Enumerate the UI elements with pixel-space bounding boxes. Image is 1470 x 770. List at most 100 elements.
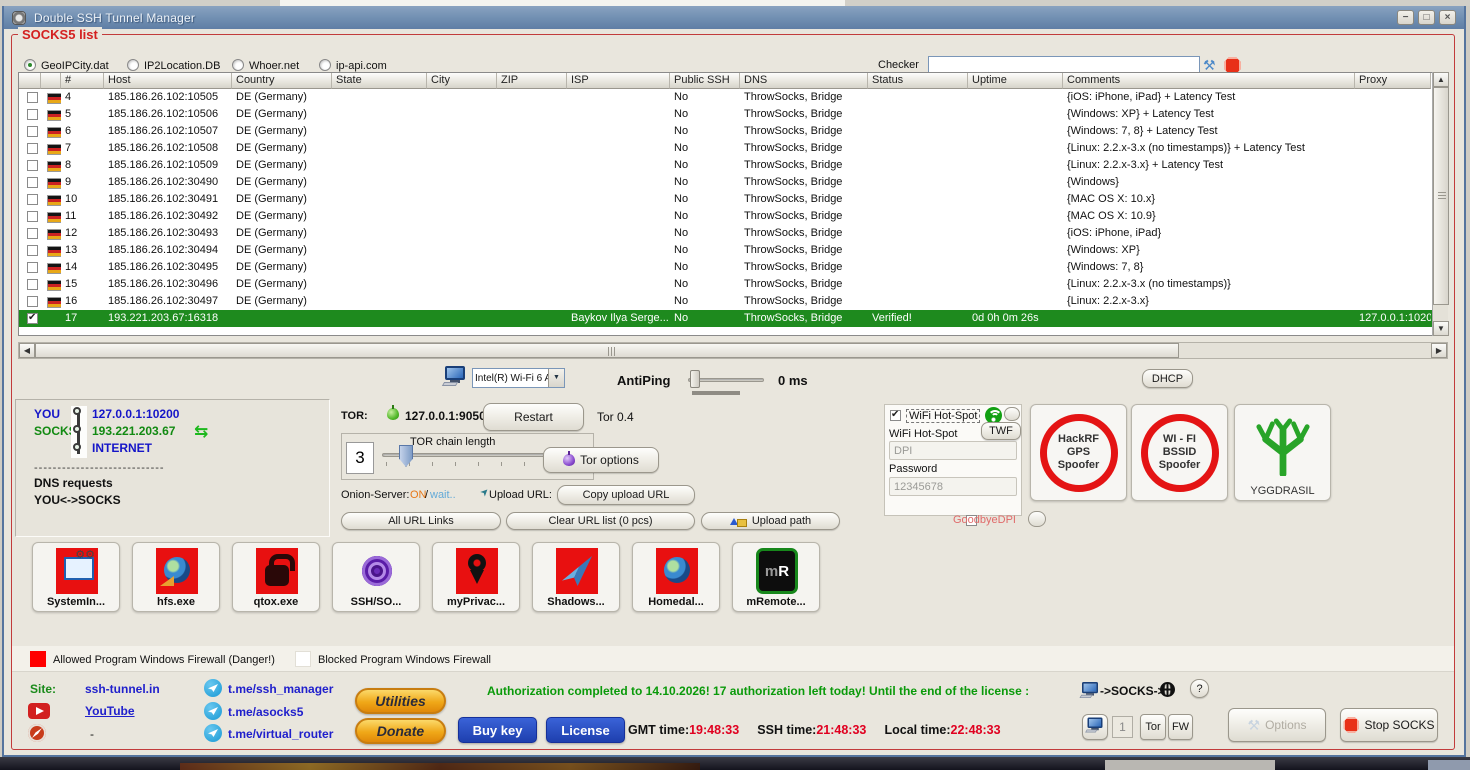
upload-path-button[interactable]: Upload path xyxy=(701,512,840,530)
col-city[interactable]: City xyxy=(427,73,497,89)
app-sshso[interactable]: SSH/SO... xyxy=(332,542,420,612)
telegram-link-3[interactable]: t.me/virtual_router xyxy=(228,727,333,741)
youtube-icon[interactable] xyxy=(28,703,50,719)
network-button[interactable] xyxy=(1082,714,1108,740)
tor-options-button[interactable]: Tor options xyxy=(543,447,659,473)
table-row[interactable]: 9 185.186.26.102:30490 DE (Germany) No T… xyxy=(19,174,1447,191)
vertical-scroll-thumb[interactable] xyxy=(1433,87,1449,305)
twf-button[interactable]: TWF xyxy=(981,422,1021,440)
col-comments[interactable]: Comments xyxy=(1063,73,1355,89)
youtube-link[interactable]: YouTube xyxy=(85,704,135,718)
scroll-left-arrow[interactable]: ◀ xyxy=(19,343,35,358)
row-checkbox[interactable] xyxy=(27,92,38,103)
row-checkbox[interactable] xyxy=(27,211,38,222)
wifi-hotspot-checkbox[interactable] xyxy=(890,410,901,421)
radio-whoer[interactable] xyxy=(232,59,244,71)
tor-chain-input[interactable] xyxy=(346,442,374,474)
col-zip[interactable]: ZIP xyxy=(497,73,567,89)
tor-toggle-button[interactable]: Tor xyxy=(1140,714,1166,740)
table-row[interactable]: 13 185.186.26.102:30494 DE (Germany) No … xyxy=(19,242,1447,259)
all-url-links-button[interactable]: All URL Links xyxy=(341,512,501,530)
row-checkbox[interactable] xyxy=(27,126,38,137)
wifi-ssid-input[interactable] xyxy=(889,441,1017,460)
row-checkbox[interactable] xyxy=(27,296,38,307)
telegram-icon[interactable] xyxy=(204,679,222,697)
wifi-password-input[interactable] xyxy=(889,477,1017,496)
maximize-button[interactable]: □ xyxy=(1418,10,1435,25)
clear-url-list-button[interactable]: Clear URL list (0 pcs) xyxy=(506,512,695,530)
row-checkbox[interactable] xyxy=(27,194,38,205)
site-link[interactable]: ssh-tunnel.in xyxy=(85,682,160,696)
table-row[interactable]: 6 185.186.26.102:10507 DE (Germany) No T… xyxy=(19,123,1447,140)
table-row[interactable]: 12 185.186.26.102:30493 DE (Germany) No … xyxy=(19,225,1447,242)
close-button[interactable]: × xyxy=(1439,10,1456,25)
radio-ipapi[interactable] xyxy=(319,59,331,71)
app-hfs[interactable]: hfs.exe xyxy=(132,542,220,612)
goodbyedpi-blank-button[interactable] xyxy=(1028,511,1046,527)
col-public-ssh[interactable]: Public SSH xyxy=(670,73,740,89)
help-button[interactable]: ? xyxy=(1190,679,1209,698)
table-row[interactable]: 16 185.186.26.102:30497 DE (Germany) No … xyxy=(19,293,1447,310)
app-myprivac[interactable]: myPrivac... xyxy=(432,542,520,612)
table-row[interactable]: 8 185.186.26.102:10509 DE (Germany) No T… xyxy=(19,157,1447,174)
table-row[interactable]: 15 185.186.26.102:30496 DE (Germany) No … xyxy=(19,276,1447,293)
app-homedal[interactable]: Homedal... xyxy=(632,542,720,612)
row-checkbox[interactable] xyxy=(27,228,38,239)
table-row[interactable]: 17 193.221.203.67:16318 Baykov Ilya Serg… xyxy=(19,310,1447,327)
hackrf-gps-spoofer-button[interactable]: HackRFGPSSpoofer xyxy=(1030,404,1127,501)
row-checkbox[interactable] xyxy=(27,279,38,290)
col-dns[interactable]: DNS xyxy=(740,73,868,89)
telegram-link-1[interactable]: t.me/ssh_manager xyxy=(228,682,333,696)
buy-key-button[interactable]: Buy key xyxy=(458,717,537,743)
app-shadows[interactable]: Shadows... xyxy=(532,542,620,612)
wifi-hotspot-checkbox-label[interactable]: WiFi Hot-Spot xyxy=(906,409,980,423)
utilities-button[interactable]: Utilities xyxy=(355,688,446,714)
telegram-icon[interactable] xyxy=(204,702,222,720)
table-row[interactable]: 7 185.186.26.102:10508 DE (Germany) No T… xyxy=(19,140,1447,157)
app-systeminfo[interactable]: SystemIn... xyxy=(32,542,120,612)
app-mremote[interactable]: mR mRemote... xyxy=(732,542,820,612)
table-row[interactable]: 11 185.186.26.102:30492 DE (Germany) No … xyxy=(19,208,1447,225)
horizontal-scroll-thumb[interactable] xyxy=(35,343,1179,358)
horizontal-scrollbar[interactable]: ◀ ▶ xyxy=(18,342,1448,359)
col-proxy[interactable]: Proxy xyxy=(1355,73,1431,89)
row-checkbox[interactable] xyxy=(27,245,38,256)
table-row[interactable]: 5 185.186.26.102:10506 DE (Germany) No T… xyxy=(19,106,1447,123)
wifi-bssid-spoofer-button[interactable]: WI - FIBSSIDSpoofer xyxy=(1131,404,1228,501)
chevron-down-icon[interactable]: ▼ xyxy=(548,369,564,387)
vertical-scrollbar[interactable]: ▲ ▼ xyxy=(1432,72,1448,336)
col-num[interactable]: # xyxy=(61,73,104,89)
options-button[interactable]: ⚒ Options xyxy=(1228,708,1326,742)
table-row[interactable]: 14 185.186.26.102:30495 DE (Germany) No … xyxy=(19,259,1447,276)
scroll-up-arrow[interactable]: ▲ xyxy=(1433,72,1449,87)
row-checkbox[interactable] xyxy=(27,143,38,154)
app-qtox[interactable]: qtox.exe xyxy=(232,542,320,612)
telegram-link-2[interactable]: t.me/asocks5 xyxy=(228,705,303,719)
row-checkbox[interactable] xyxy=(27,177,38,188)
minimize-button[interactable]: − xyxy=(1397,10,1414,25)
stop-socks-button[interactable]: Stop SOCKS xyxy=(1340,708,1438,742)
telegram-icon[interactable] xyxy=(204,724,222,742)
table-row[interactable]: 10 185.186.26.102:30491 DE (Germany) No … xyxy=(19,191,1447,208)
col-isp[interactable]: ISP xyxy=(567,73,670,89)
titlebar[interactable]: Double SSH Tunnel Manager − □ × xyxy=(4,6,1464,29)
row-checkbox[interactable] xyxy=(27,109,38,120)
dhcp-button[interactable]: DHCP xyxy=(1142,369,1193,388)
row-checkbox[interactable] xyxy=(27,313,38,324)
fw-toggle-button[interactable]: FW xyxy=(1168,714,1193,740)
radio-ip2location[interactable] xyxy=(127,59,139,71)
col-status[interactable]: Status xyxy=(868,73,968,89)
copy-upload-url-button[interactable]: Copy upload URL xyxy=(557,485,695,505)
col-uptime[interactable]: Uptime xyxy=(968,73,1063,89)
table-row[interactable]: 4 185.186.26.102:10505 DE (Germany) No T… xyxy=(19,89,1447,106)
row-checkbox[interactable] xyxy=(27,160,38,171)
col-host[interactable]: Host xyxy=(104,73,232,89)
antiping-slider-thumb[interactable] xyxy=(690,370,700,388)
tor-restart-button[interactable]: Restart xyxy=(483,403,584,431)
col-state[interactable]: State xyxy=(332,73,427,89)
scroll-right-arrow[interactable]: ▶ xyxy=(1431,343,1447,358)
col-country[interactable]: Country xyxy=(232,73,332,89)
yggdrasil-button[interactable]: YGGDRASIL xyxy=(1234,404,1331,501)
compass-icon[interactable] xyxy=(28,724,46,742)
row-checkbox[interactable] xyxy=(27,262,38,273)
